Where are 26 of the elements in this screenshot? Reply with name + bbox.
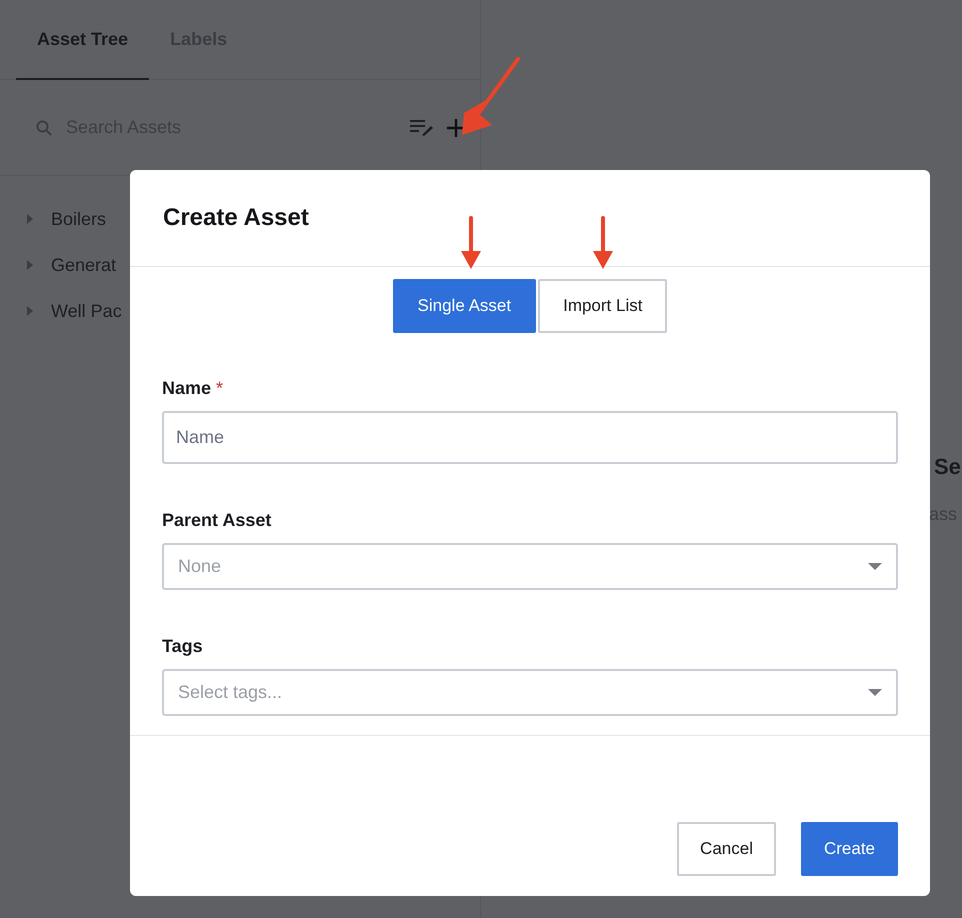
tab[interactable]: Asset Tree <box>16 0 150 80</box>
search-icon <box>36 120 52 136</box>
caret-icon[interactable] <box>26 259 34 271</box>
heading: Se <box>934 454 961 480</box>
mode-toggle[interactable]: Single Asset <box>392 279 536 333</box>
field-label: Parent Asset <box>162 510 272 531</box>
field-label: Tags <box>162 636 203 657</box>
field-label: Name <box>162 378 212 399</box>
dropdown[interactable]: None <box>162 543 898 590</box>
annotation-arrow <box>592 215 614 271</box>
mode-toggle[interactable]: Import List <box>538 279 668 333</box>
caret-icon <box>868 562 882 570</box>
annotation-arrow <box>460 215 482 271</box>
edit-list-icon[interactable] <box>410 119 434 136</box>
dialog-title: Create Asset <box>163 204 309 232</box>
create-button[interactable]: Create <box>800 822 898 876</box>
required-mark: * <box>216 378 224 399</box>
tree-item[interactable]: Boilers <box>51 208 106 230</box>
dropdown[interactable]: Select tags... <box>162 669 898 716</box>
caret-icon[interactable] <box>26 213 34 225</box>
tree-item[interactable]: Generat <box>51 254 116 276</box>
caret-icon[interactable] <box>26 305 34 317</box>
cancel-button[interactable]: Cancel <box>677 822 776 876</box>
input-field[interactable]: Name <box>162 411 898 464</box>
tree-item[interactable]: Well Pac <box>51 300 122 322</box>
caret-icon <box>868 688 882 696</box>
